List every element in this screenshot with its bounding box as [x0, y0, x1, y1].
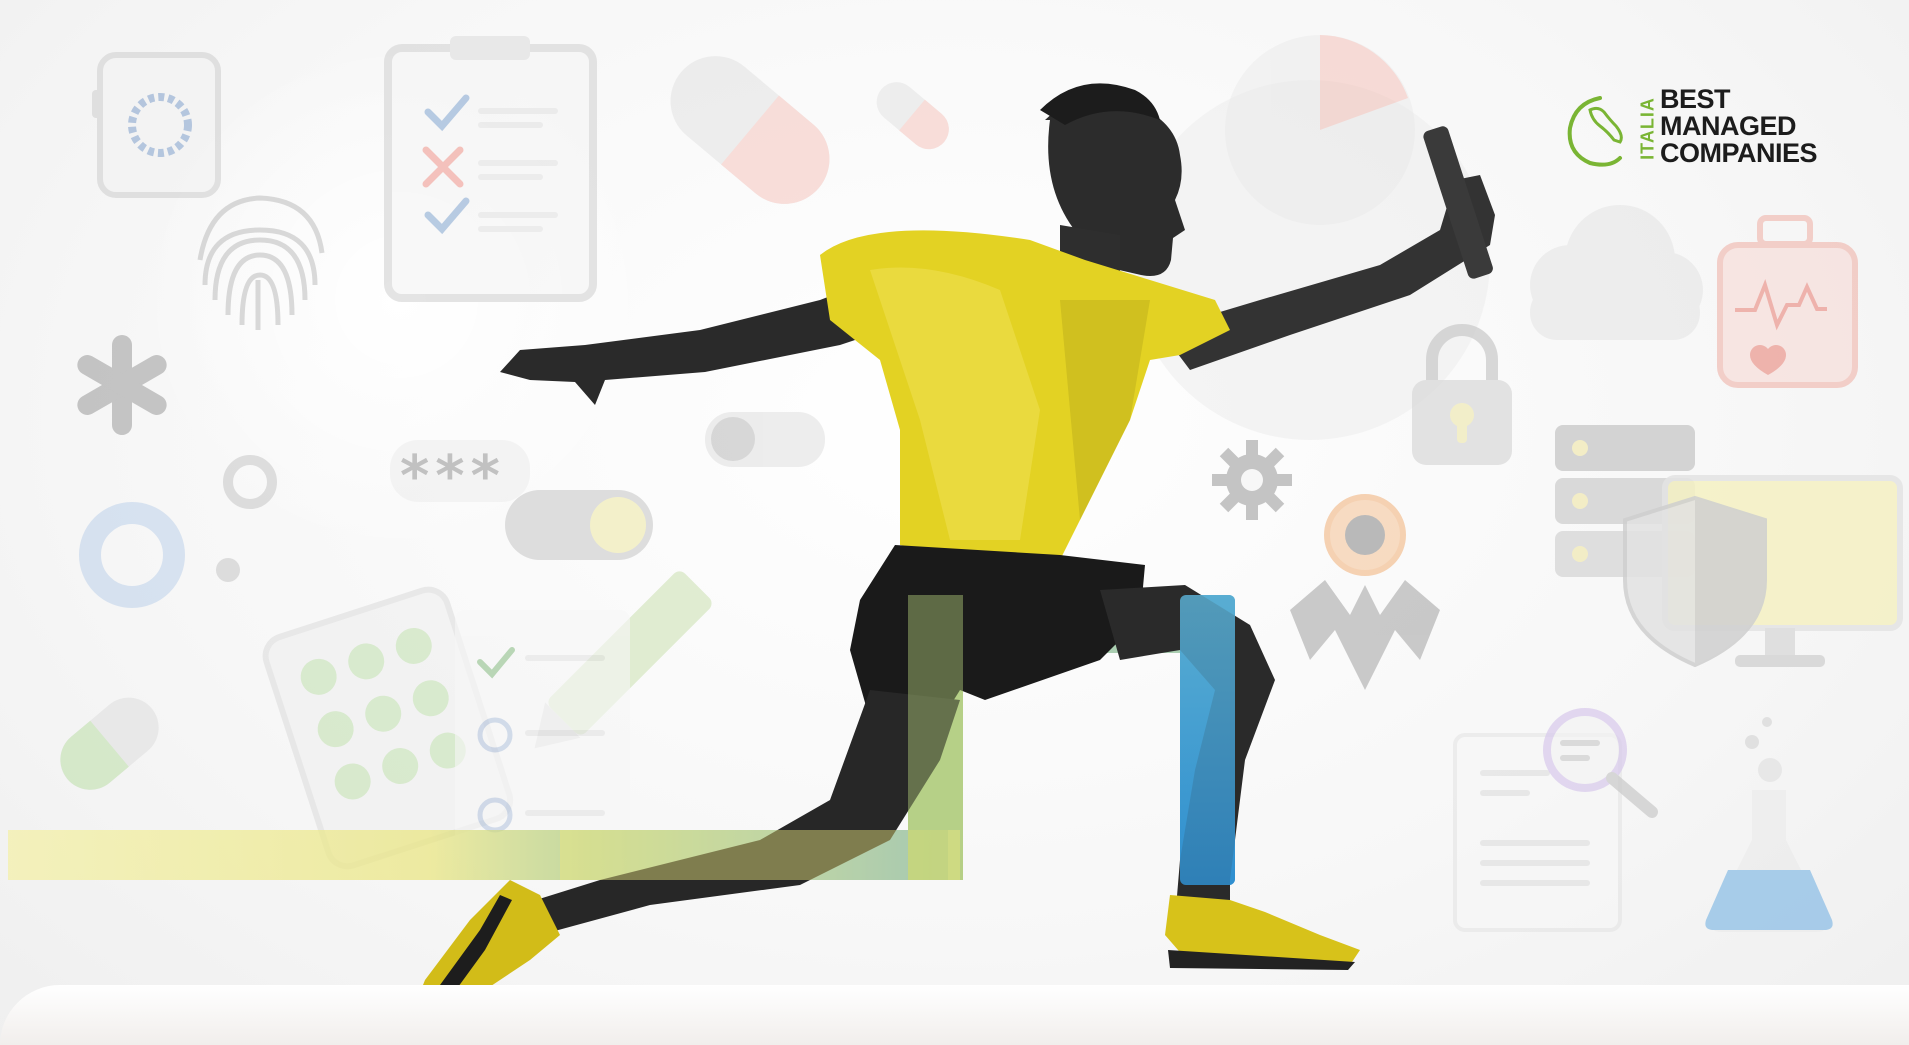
logo-country-label: ITALIA [1638, 86, 1658, 170]
logo-line-1: BEST [1660, 84, 1731, 114]
logo-wordmark: BEST MANAGED COMPANIES [1660, 84, 1818, 168]
italy-map-icon [1567, 96, 1623, 167]
logo-line-2: MANAGED [1660, 111, 1797, 141]
hero-canvas: *** ITALIA BEST MANAGED COMPANIES [0, 0, 1909, 1045]
bottom-band [0, 985, 1909, 1045]
logo-line-3: COMPANIES [1660, 138, 1818, 168]
best-managed-companies-logo: ITALIA BEST MANAGED COMPANIES [1560, 86, 1860, 176]
logo-side-text: ITALIA [1637, 97, 1658, 160]
